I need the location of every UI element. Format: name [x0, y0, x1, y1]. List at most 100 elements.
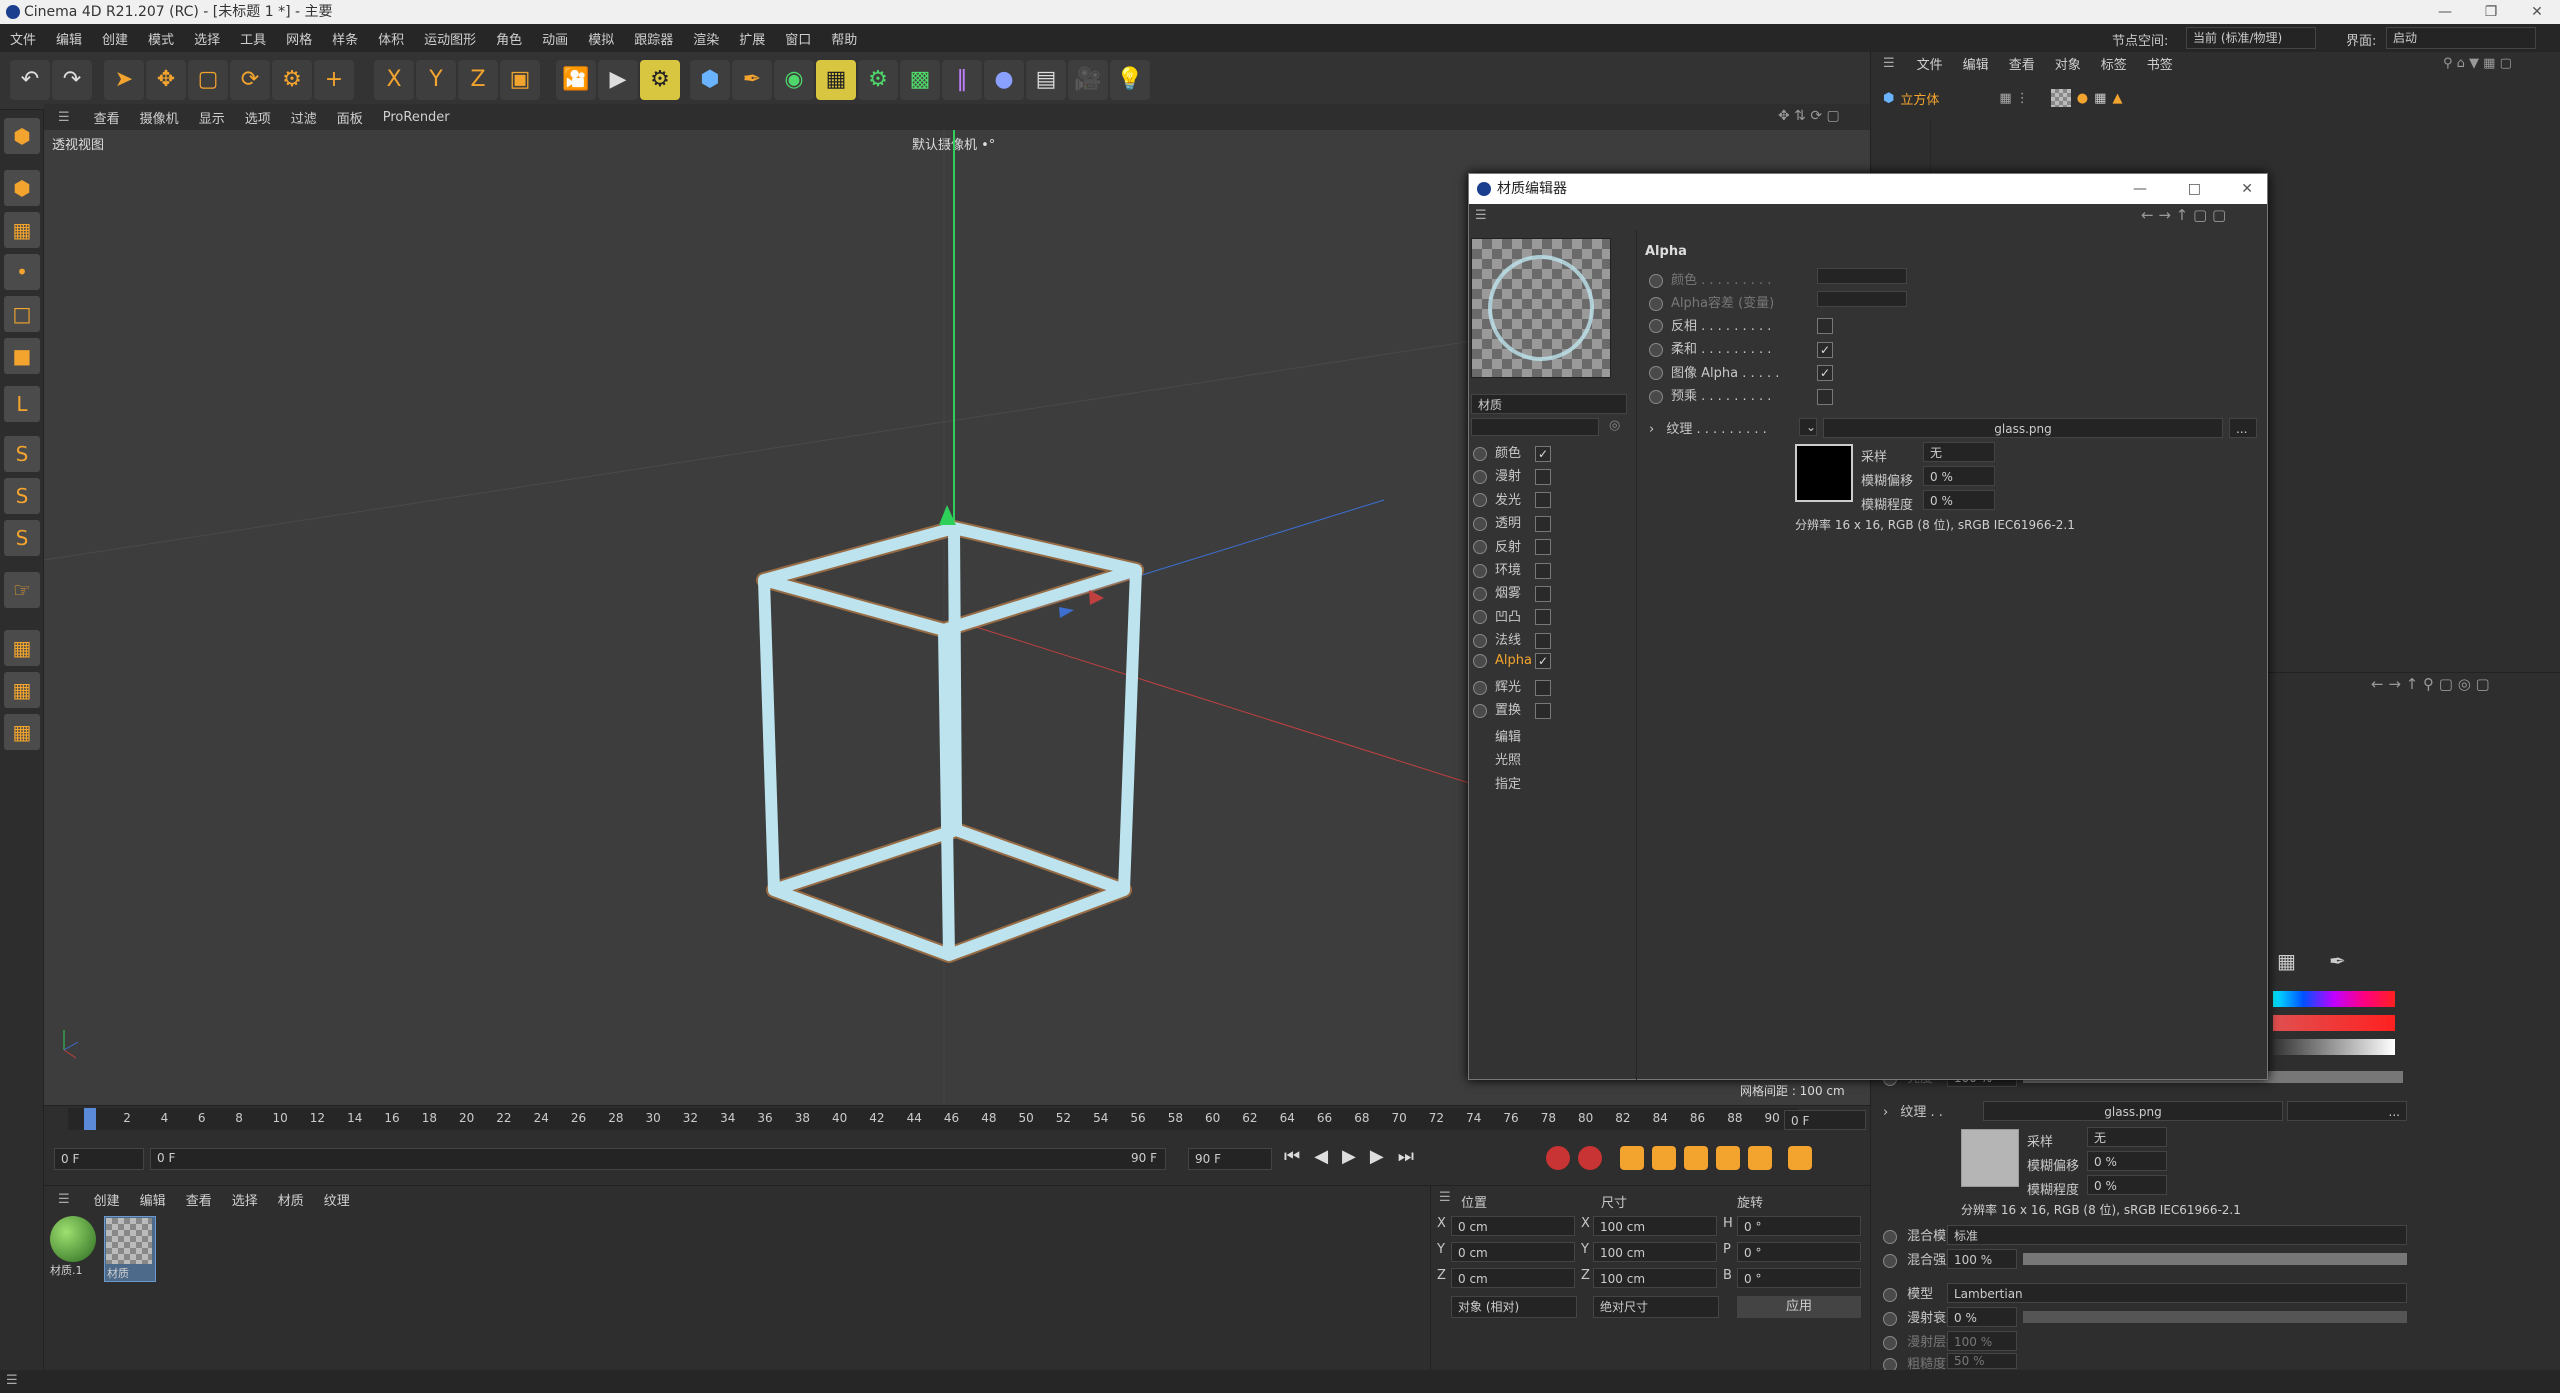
obj-menu-bookmark[interactable]: 书签	[2137, 54, 2183, 73]
tweak-icon[interactable]: ☞	[4, 572, 40, 608]
recent-tool-icon[interactable]: ⚙	[272, 60, 312, 100]
viewport-menu-view[interactable]: 查看	[84, 108, 130, 127]
channel-8[interactable]: 法线	[1473, 629, 1633, 649]
y-axis-lock-button[interactable]: Y	[416, 60, 456, 100]
channel-3[interactable]: 透明	[1473, 512, 1633, 532]
render-settings-icon[interactable]: ⚙	[640, 60, 680, 100]
menu-select[interactable]: 选择	[184, 29, 230, 48]
anim-radio[interactable]	[1473, 653, 1487, 668]
maximize-icon[interactable]: ❐	[2468, 0, 2514, 24]
obj-menu-object[interactable]: 对象	[2045, 54, 2091, 73]
viewport-menu-options[interactable]: 选项	[235, 108, 281, 127]
editor-nav-icons[interactable]: ← → ↑ ▢ ▢	[2141, 206, 2226, 224]
quantize-icon[interactable]: S	[4, 520, 40, 556]
model-mode-icon[interactable]: ⬢	[4, 170, 40, 206]
keyframe-selection-icon[interactable]	[1620, 1146, 1644, 1170]
pos-z-field[interactable]: 0 cm	[1451, 1268, 1575, 1288]
channel-5[interactable]: 环境	[1473, 559, 1633, 579]
mat-menu-view[interactable]: 查看	[176, 1190, 222, 1209]
eyedropper-icon[interactable]: ✒	[2329, 949, 2346, 973]
layout-select[interactable]: 启动	[2386, 27, 2536, 49]
camera-icon[interactable]: 🎥	[1068, 60, 1108, 100]
menu-edit[interactable]: 编辑	[46, 29, 92, 48]
light-icon[interactable]: 💡	[1110, 60, 1150, 100]
blur-offset-field[interactable]: 0 %	[2087, 1151, 2167, 1171]
roughness-field[interactable]: 50 %	[1947, 1353, 2017, 1369]
blur-scale-field[interactable]: 0 %	[1923, 490, 1995, 510]
channel-checkbox[interactable]: ✓	[1535, 445, 1551, 462]
snap-settings-icon[interactable]: S	[4, 478, 40, 514]
menu-volume[interactable]: 体积	[368, 29, 414, 48]
deformer-icon[interactable]: ▦	[816, 60, 856, 100]
viewport-menu-filter[interactable]: 过滤	[281, 108, 327, 127]
anim-radio[interactable]	[1883, 1287, 1897, 1302]
obj-menu-edit[interactable]: 编辑	[1953, 54, 1999, 73]
redo-icon[interactable]: ↷	[52, 60, 92, 100]
param-checkbox[interactable]: ✓	[1817, 365, 1833, 382]
menu-tools[interactable]: 工具	[230, 29, 276, 48]
obj-menu-view[interactable]: 查看	[1999, 54, 2045, 73]
anim-radio[interactable]	[1649, 389, 1663, 404]
expand-arrow-icon[interactable]: ›	[1649, 422, 1654, 437]
pos-x-field[interactable]: 0 cm	[1451, 1216, 1575, 1236]
menu-tracker[interactable]: 跟踪器	[624, 29, 683, 48]
rotate-tool-icon[interactable]: ⟳	[230, 60, 270, 100]
channel-2[interactable]: 发光	[1473, 489, 1633, 509]
blur-scale-field[interactable]: 0 %	[2087, 1175, 2167, 1195]
pos-y-field[interactable]: 0 cm	[1451, 1242, 1575, 1262]
anim-radio[interactable]	[1649, 366, 1663, 381]
anim-radio[interactable]	[1883, 1335, 1897, 1350]
size-y-field[interactable]: 100 cm	[1593, 1242, 1717, 1262]
viewport-menu-prorender[interactable]: ProRender	[373, 110, 460, 125]
planar-workplane-icon[interactable]: ▦	[4, 714, 40, 750]
texture-file-field[interactable]: glass.png	[1983, 1101, 2283, 1121]
menu-spline[interactable]: 样条	[322, 29, 368, 48]
close-icon[interactable]: ✕	[2241, 174, 2253, 204]
render-region-icon[interactable]: 🎦	[556, 60, 596, 100]
param-checkbox[interactable]	[1817, 388, 1833, 405]
playhead[interactable]	[84, 1108, 96, 1130]
size-x-field[interactable]: 100 cm	[1593, 1216, 1717, 1236]
param-field[interactable]	[1817, 268, 1907, 284]
mat-menu-create[interactable]: 创建	[84, 1190, 130, 1209]
mat-menu-edit[interactable]: 编辑	[130, 1190, 176, 1209]
texture-more-button[interactable]: ...	[2287, 1101, 2407, 1121]
editor-extra-item[interactable]: 指定	[1495, 773, 1521, 792]
x-axis-lock-button[interactable]: X	[374, 60, 414, 100]
size-mode-select[interactable]: 绝对尺寸	[1593, 1296, 1719, 1318]
viewport-menu-cameras[interactable]: 摄像机	[130, 108, 189, 127]
anim-radio[interactable]	[1473, 563, 1487, 578]
warning-tag-icon[interactable]: ▲	[2112, 91, 2122, 106]
channel-0[interactable]: 颜色 ✓	[1473, 442, 1633, 462]
viewport-menu-display[interactable]: 显示	[189, 108, 235, 127]
obj-menu-tag[interactable]: 标签	[2091, 54, 2137, 73]
anim-radio[interactable]	[1883, 1311, 1897, 1326]
menu-help[interactable]: 帮助	[821, 29, 867, 48]
channel-1[interactable]: 漫射	[1473, 465, 1633, 485]
menu-create[interactable]: 创建	[92, 29, 138, 48]
hamburger-icon[interactable]: ☰	[44, 110, 84, 125]
channel-checkbox[interactable]: ✓	[1535, 652, 1551, 669]
rot-b-field[interactable]: 0 °	[1737, 1268, 1861, 1288]
material-tag-icon[interactable]	[2050, 89, 2071, 107]
hamburger-icon[interactable]: ☰	[44, 1192, 84, 1207]
sampling-select[interactable]: 无	[1923, 442, 1995, 462]
coordinate-system-icon[interactable]: ▣	[500, 60, 540, 100]
axis-mode-icon[interactable]: L	[4, 386, 40, 422]
texture-file-field[interactable]: glass.png	[1823, 418, 2223, 438]
channel-checkbox[interactable]	[1535, 632, 1551, 649]
anim-radio[interactable]	[1473, 586, 1487, 601]
channel-checkbox[interactable]	[1535, 702, 1551, 719]
workplane-icon[interactable]: ▦	[4, 630, 40, 666]
anim-radio[interactable]	[1649, 273, 1663, 288]
record-icon[interactable]	[1546, 1146, 1570, 1170]
anim-radio[interactable]	[1473, 516, 1487, 531]
channel-4[interactable]: 反射	[1473, 536, 1633, 556]
end-frame-field[interactable]: 90 F	[1188, 1148, 1272, 1170]
frame-range-slider[interactable]: 0 F 90 F	[150, 1148, 1166, 1170]
saturation-slider[interactable]	[2273, 1015, 2395, 1031]
object-row-cube[interactable]: ⬢ 立方体 ▦ ⋮ ● ▦ ▲	[1883, 88, 2122, 108]
scale-tool-icon[interactable]: ▢	[188, 60, 228, 100]
z-axis-lock-button[interactable]: Z	[458, 60, 498, 100]
snap-icon[interactable]: S	[4, 436, 40, 472]
